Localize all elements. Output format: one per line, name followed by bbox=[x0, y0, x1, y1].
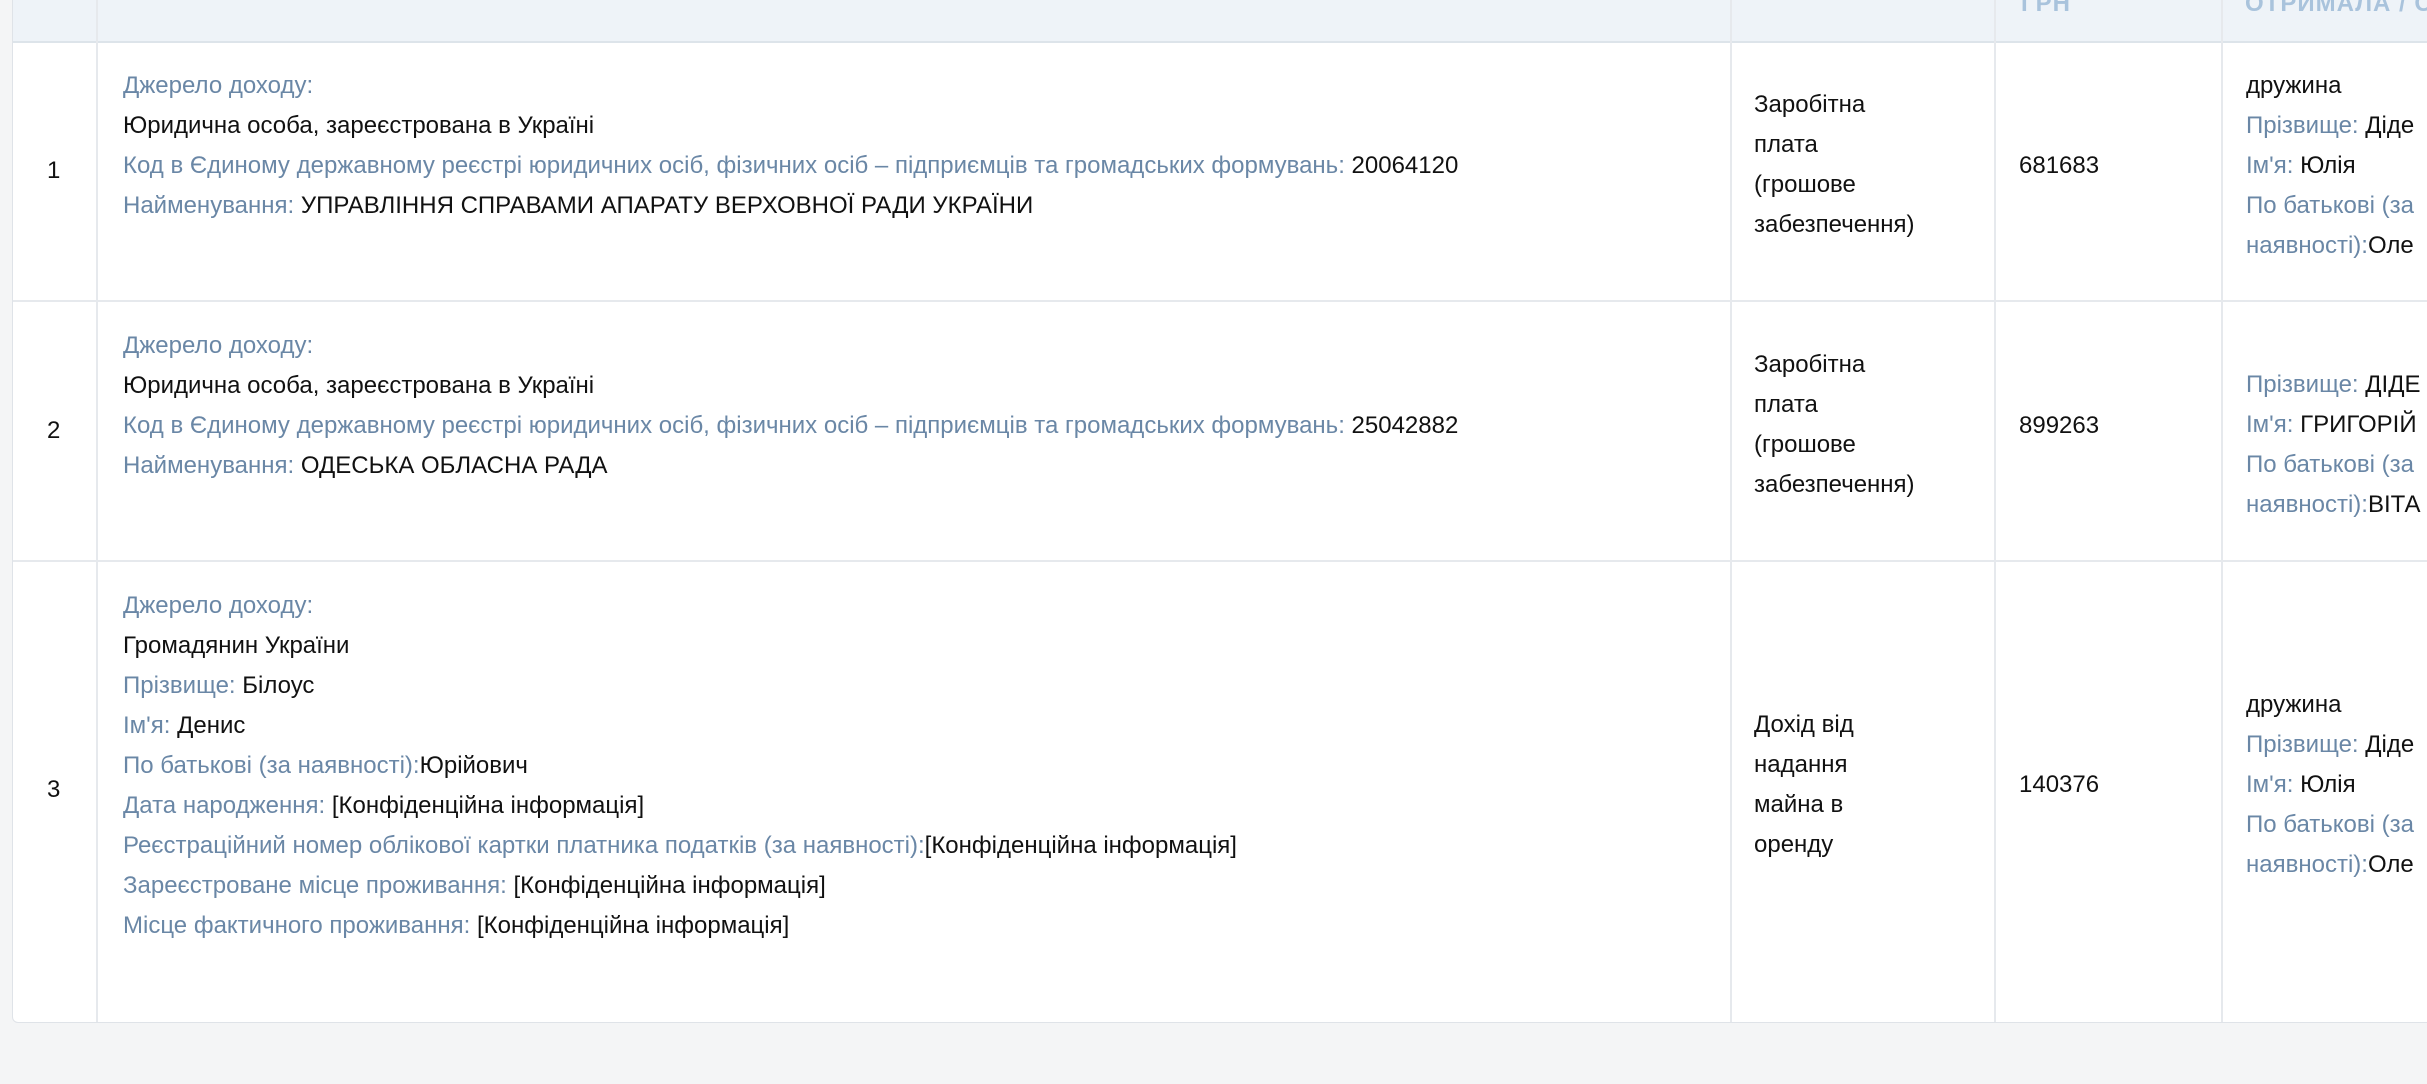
column-divider bbox=[1994, 0, 1996, 1022]
recipient-first-name: Юлія bbox=[2300, 771, 2356, 798]
amount-value: 681683 bbox=[2019, 152, 2100, 179]
income-type-cell: Дохід від надання майна в оренду bbox=[1754, 705, 1854, 865]
income-type-cell: Заробітна плата (грошове забезпечення) bbox=[1754, 85, 1915, 245]
patronymic-label: наявності): bbox=[2246, 491, 2368, 518]
surname-label: Прізвище: bbox=[2246, 371, 2359, 398]
source-type: Юридична особа, зареєстрована в Україні bbox=[123, 112, 595, 139]
reg-address-label: Зареєстроване місце проживання: bbox=[123, 872, 507, 899]
header-amount: ГРН bbox=[2021, 0, 2071, 17]
row-index: 2 bbox=[47, 417, 61, 444]
name-value: УПРАВЛІННЯ СПРАВАМИ АПАРАТУ ВЕРХОВНОЇ РА… bbox=[300, 192, 1034, 219]
income-type-line: забезпечення) bbox=[1754, 471, 1915, 498]
income-type-line: Заробітна bbox=[1754, 351, 1866, 378]
amount-value: 899263 bbox=[2019, 412, 2100, 439]
name-value: ОДЕСЬКА ОБЛАСНА РАДА bbox=[300, 452, 608, 479]
first-name-label: Ім'я: bbox=[2246, 411, 2294, 438]
person-first-name: Денис bbox=[177, 712, 246, 739]
recipient-cell: дружина Прізвище: Діде Ім'я: Юлія По бат… bbox=[2246, 66, 2414, 266]
row-index: 1 bbox=[47, 157, 61, 184]
income-type-line: оренду bbox=[1754, 831, 1834, 858]
recipient-cell: Прізвище: ДІДЕ Ім'я: ГРИГОРІЙ По батьков… bbox=[2246, 365, 2420, 525]
income-type-line: Дохід від bbox=[1754, 711, 1854, 738]
reg-address-value: [Конфіденційна інформація] bbox=[513, 872, 826, 899]
amount-value: 140376 bbox=[2019, 771, 2100, 798]
income-type-line: плата bbox=[1754, 391, 1818, 418]
actual-address-label: Місце фактичного проживання: bbox=[123, 912, 471, 939]
patronymic-label: По батькові (за bbox=[2246, 192, 2414, 219]
income-type-cell: Заробітна плата (грошове забезпечення) bbox=[1754, 345, 1915, 505]
surname-label: Прізвище: bbox=[123, 672, 236, 699]
income-source-cell: Джерело доходу: Юридична особа, зареєстр… bbox=[123, 66, 1713, 226]
source-label: Джерело доходу: bbox=[123, 72, 314, 99]
recipient-patronymic: Оле bbox=[2367, 232, 2414, 259]
column-divider bbox=[1730, 0, 1732, 1022]
tax-id-label: Реєстраційний номер облікової картки пла… bbox=[123, 832, 925, 859]
income-type-line: (грошове bbox=[1754, 431, 1856, 458]
recipient-surname: Діде bbox=[2365, 112, 2415, 139]
income-source-cell: Джерело доходу: Громадянин України Прізв… bbox=[123, 586, 1713, 946]
code-value: 25042882 bbox=[1351, 412, 1459, 439]
source-type: Юридична особа, зареєстрована в Україні bbox=[123, 372, 595, 399]
income-type-line: Заробітна bbox=[1754, 91, 1866, 118]
header-recipient: ОТРИМАЛА / ОТРИМАВ bbox=[2245, 0, 2427, 17]
recipient-relation: дружина bbox=[2246, 691, 2342, 718]
surname-label: Прізвище: bbox=[2246, 731, 2359, 758]
first-name-label: Ім'я: bbox=[123, 712, 171, 739]
patronymic-label: По батькові (за bbox=[2246, 811, 2414, 838]
patronymic-label: По батькові (за bbox=[2246, 451, 2414, 478]
name-label: Найменування: bbox=[123, 452, 295, 479]
person-patronymic: Юрійович bbox=[419, 752, 528, 779]
actual-address-value: [Конфіденційна інформація] bbox=[476, 912, 790, 939]
person-surname: Білоус bbox=[242, 672, 315, 699]
patronymic-label: По батькові (за наявності): bbox=[123, 752, 420, 779]
code-label: Код в Єдиному державному реєстрі юридичн… bbox=[123, 412, 1345, 439]
row-divider bbox=[13, 300, 2427, 302]
income-table: ГРН ОТРИМАЛА / ОТРИМАВ 1 Джерело доходу:… bbox=[12, 0, 2427, 1023]
code-label: Код в Єдиному державному реєстрі юридичн… bbox=[123, 152, 1345, 179]
column-divider bbox=[96, 0, 98, 1022]
income-type-line: плата bbox=[1754, 131, 1818, 158]
table-header: ГРН ОТРИМАЛА / ОТРИМАВ bbox=[13, 0, 2427, 43]
income-source-cell: Джерело доходу: Юридична особа, зареєстр… bbox=[123, 326, 1713, 486]
dob-label: Дата народження: bbox=[123, 792, 326, 819]
recipient-surname: ДІДЕ bbox=[2365, 371, 2421, 398]
recipient-relation: дружина bbox=[2246, 72, 2342, 99]
surname-label: Прізвище: bbox=[2246, 112, 2359, 139]
dob-value: [Конфіденційна інформація] bbox=[331, 792, 645, 819]
source-type: Громадянин України bbox=[123, 632, 350, 659]
recipient-first-name: Юлія bbox=[2300, 152, 2356, 179]
first-name-label: Ім'я: bbox=[2246, 152, 2294, 179]
recipient-first-name: ГРИГОРІЙ bbox=[2300, 411, 2417, 438]
first-name-label: Ім'я: bbox=[2246, 771, 2294, 798]
patronymic-label: наявності): bbox=[2246, 851, 2368, 878]
tax-id-value: [Конфіденційна інформація] bbox=[924, 832, 1237, 859]
source-label: Джерело доходу: bbox=[123, 592, 314, 619]
income-type-line: забезпечення) bbox=[1754, 211, 1915, 238]
row-index: 3 bbox=[47, 776, 61, 803]
source-label: Джерело доходу: bbox=[123, 332, 314, 359]
recipient-cell: дружина Прізвище: Діде Ім'я: Юлія По бат… bbox=[2246, 685, 2414, 885]
column-divider bbox=[2221, 0, 2223, 1022]
row-divider bbox=[13, 560, 2427, 562]
income-type-line: (грошове bbox=[1754, 171, 1856, 198]
income-type-line: надання bbox=[1754, 751, 1848, 778]
income-type-line: майна в bbox=[1754, 791, 1844, 818]
code-value: 20064120 bbox=[1351, 152, 1459, 179]
name-label: Найменування: bbox=[123, 192, 295, 219]
recipient-patronymic: Оле bbox=[2367, 851, 2414, 878]
recipient-surname: Діде bbox=[2365, 731, 2415, 758]
recipient-patronymic: ВІТА bbox=[2367, 491, 2421, 518]
patronymic-label: наявності): bbox=[2246, 232, 2368, 259]
